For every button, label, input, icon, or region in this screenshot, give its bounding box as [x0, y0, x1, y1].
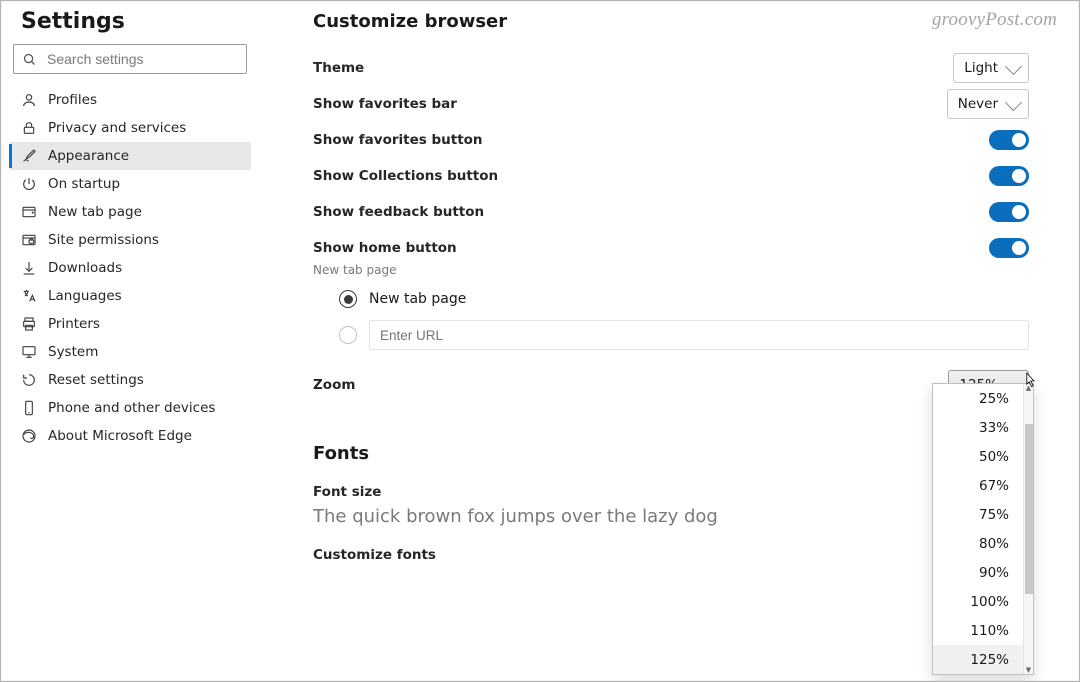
sidebar-item-label: Printers	[48, 316, 100, 332]
sidebar-item-label: About Microsoft Edge	[48, 428, 192, 444]
zoom-option[interactable]: 100%	[933, 587, 1023, 616]
zoom-label: Zoom	[313, 377, 355, 393]
search-icon	[22, 52, 37, 67]
home-url-radio[interactable]	[339, 326, 357, 344]
sidebar-item-privacy-and-services[interactable]: Privacy and services	[9, 114, 251, 142]
sidebar-item-system[interactable]: System	[9, 338, 251, 366]
system-icon	[21, 344, 37, 360]
sidebar-item-reset-settings[interactable]: Reset settings	[9, 366, 251, 394]
sidebar-item-appearance[interactable]: Appearance	[9, 142, 251, 170]
zoom-option[interactable]: 75%	[933, 500, 1023, 529]
theme-label: Theme	[313, 60, 364, 76]
sidebar-item-phone-and-other-devices[interactable]: Phone and other devices	[9, 394, 251, 422]
sidebar-item-site-permissions[interactable]: Site permissions	[9, 226, 251, 254]
chevron-down-icon	[1005, 94, 1022, 111]
home-button-label: Show home button	[313, 240, 457, 256]
collections-button-label: Show Collections button	[313, 168, 498, 184]
favorites-button-label: Show favorites button	[313, 132, 483, 148]
zoom-option[interactable]: 33%	[933, 413, 1023, 442]
zoom-option[interactable]: 25%	[933, 384, 1023, 413]
zoom-option[interactable]: 125%	[933, 645, 1023, 674]
collections-button-toggle[interactable]	[989, 166, 1029, 186]
phone-icon	[21, 400, 37, 416]
chevron-down-icon	[1005, 58, 1022, 75]
sidebar-item-label: Appearance	[48, 148, 129, 164]
sidebar-item-label: Site permissions	[48, 232, 159, 248]
lock-icon	[21, 120, 37, 136]
zoom-option[interactable]: 80%	[933, 529, 1023, 558]
home-button-toggle[interactable]	[989, 238, 1029, 258]
search-box[interactable]	[13, 44, 247, 74]
home-button-sublabel: New tab page	[313, 263, 1029, 277]
power-icon	[21, 176, 37, 192]
home-url-input[interactable]	[369, 320, 1029, 350]
feedback-button-label: Show feedback button	[313, 204, 484, 220]
sidebar-item-label: Phone and other devices	[48, 400, 215, 416]
sidebar-item-label: Languages	[48, 288, 122, 304]
customize-fonts-label[interactable]: Customize fonts	[313, 547, 1029, 563]
sidebar-item-new-tab-page[interactable]: New tab page	[9, 198, 251, 226]
scroll-thumb[interactable]	[1025, 424, 1033, 594]
font-sample-text: The quick brown fox jumps over the lazy …	[313, 506, 1029, 527]
favorites-bar-value: Never	[958, 96, 998, 112]
paint-icon	[21, 148, 37, 164]
zoom-option[interactable]: 50%	[933, 442, 1023, 471]
nav-list: Profiles Privacy and services Appearance On…	[9, 86, 251, 450]
scroll-down-icon[interactable]: ▼	[1024, 665, 1033, 675]
fonts-heading: Fonts	[313, 443, 1029, 464]
lang-icon	[21, 288, 37, 304]
sidebar-item-downloads[interactable]: Downloads	[9, 254, 251, 282]
sidebar-item-label: Privacy and services	[48, 120, 186, 136]
zoom-option[interactable]: 110%	[933, 616, 1023, 645]
favorites-bar-label: Show favorites bar	[313, 96, 457, 112]
favorites-button-toggle[interactable]	[989, 130, 1029, 150]
sidebar-item-label: New tab page	[48, 204, 142, 220]
sidebar-item-on-startup[interactable]: On startup	[9, 170, 251, 198]
perm-icon	[21, 232, 37, 248]
font-size-label: Font size	[313, 484, 1029, 500]
scroll-up-icon[interactable]: ▲	[1024, 383, 1033, 393]
sidebar-item-about-microsoft-edge[interactable]: About Microsoft Edge	[9, 422, 251, 450]
favorites-bar-dropdown[interactable]: Never	[947, 89, 1029, 119]
home-newtab-radio[interactable]	[339, 290, 357, 308]
sidebar-item-profiles[interactable]: Profiles	[9, 86, 251, 114]
customize-browser-heading: Customize browser	[313, 11, 1029, 32]
sidebar-item-label: System	[48, 344, 98, 360]
download-icon	[21, 260, 37, 276]
feedback-button-toggle[interactable]	[989, 202, 1029, 222]
watermark-text: groovyPost.com	[932, 9, 1057, 31]
sidebar-item-label: Downloads	[48, 260, 122, 276]
profile-icon	[21, 92, 37, 108]
home-newtab-radio-label: New tab page	[369, 291, 466, 307]
printer-icon	[21, 316, 37, 332]
newtab-icon	[21, 204, 37, 220]
sidebar-item-label: On startup	[48, 176, 120, 192]
sidebar-item-label: Profiles	[48, 92, 97, 108]
theme-value: Light	[964, 60, 998, 76]
sidebar-item-printers[interactable]: Printers	[9, 310, 251, 338]
theme-dropdown[interactable]: Light	[953, 53, 1029, 83]
zoom-option[interactable]: 67%	[933, 471, 1023, 500]
search-input[interactable]	[47, 51, 238, 67]
sidebar-item-languages[interactable]: Languages	[9, 282, 251, 310]
zoom-dropdown-panel: 25%33%50%67%75%80%90%100%110%125% ▲ ▼	[932, 383, 1034, 675]
zoom-options-list: 25%33%50%67%75%80%90%100%110%125%	[933, 384, 1033, 674]
reset-icon	[21, 372, 37, 388]
dropdown-scrollbar[interactable]: ▲ ▼	[1023, 384, 1033, 674]
zoom-option[interactable]: 90%	[933, 558, 1023, 587]
settings-title: Settings	[21, 9, 251, 34]
edge-icon	[21, 428, 37, 444]
settings-sidebar: Settings Profiles Privacy and services App…	[1, 1, 261, 681]
sidebar-item-label: Reset settings	[48, 372, 144, 388]
